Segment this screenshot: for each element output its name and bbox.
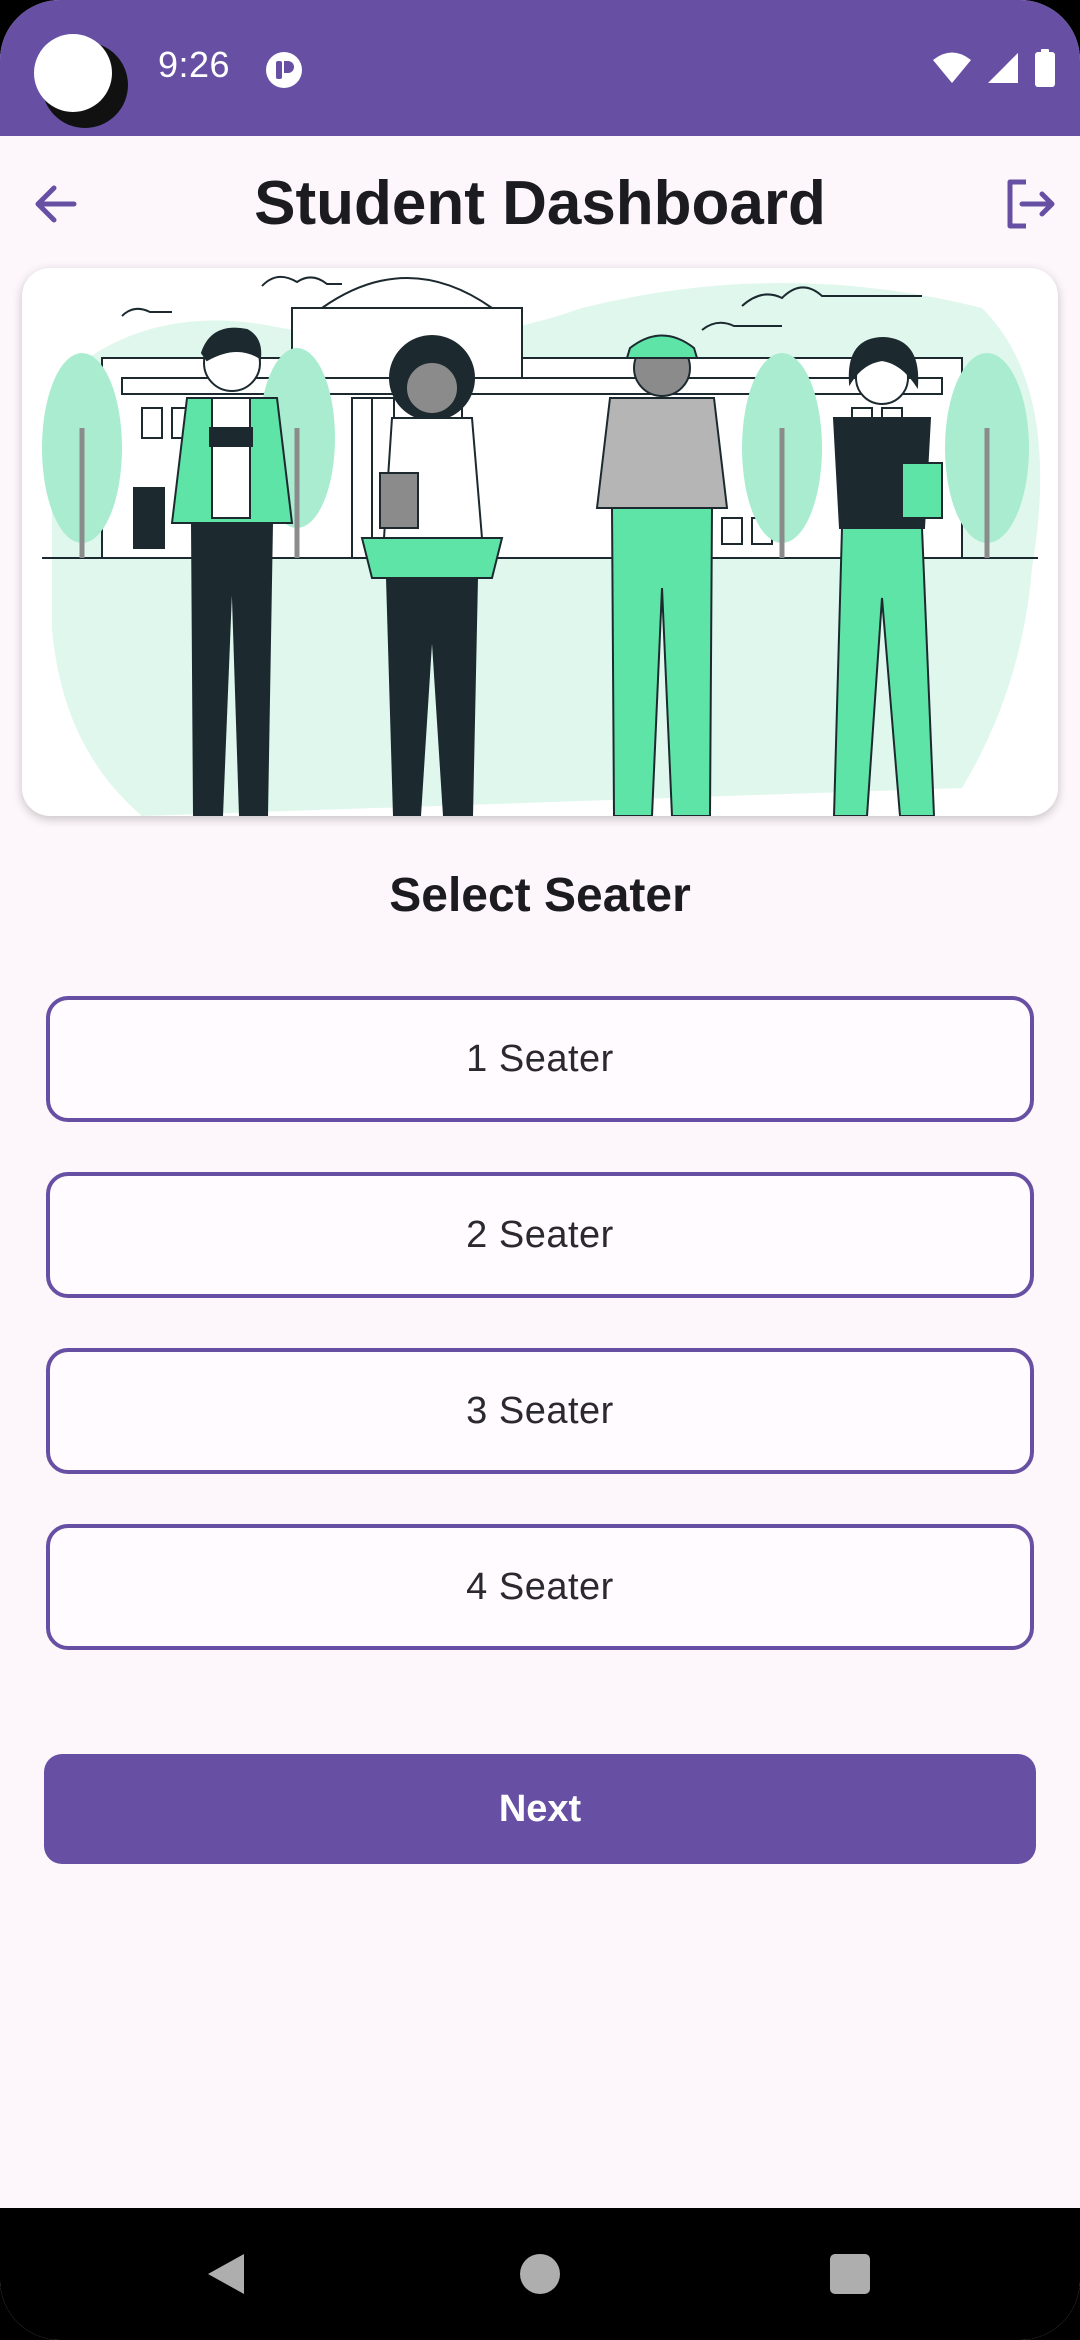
notification-app-icon	[266, 52, 302, 88]
system-nav-bar	[0, 2208, 1080, 2340]
app-bar: Student Dashboard	[0, 136, 1080, 272]
nav-recents-icon[interactable]	[830, 2254, 870, 2294]
camera-cutout	[34, 34, 128, 128]
students-campus-illustration	[42, 275, 1041, 816]
signal-icon	[988, 53, 1018, 83]
status-time: 9:26	[158, 44, 231, 85]
nav-back-icon[interactable]	[204, 2252, 248, 2296]
status-icons	[932, 48, 1056, 88]
seater-option-2[interactable]: 2 Seater	[46, 1172, 1034, 1298]
next-button[interactable]: Next	[44, 1754, 1036, 1864]
nav-home-icon[interactable]	[520, 2254, 560, 2294]
section-title: Select Seater	[389, 869, 691, 922]
seater-option-3[interactable]: 3 Seater	[46, 1348, 1034, 1474]
seater-option-1[interactable]: 1 Seater	[46, 996, 1034, 1122]
seater-option-4[interactable]: 4 Seater	[46, 1524, 1034, 1650]
status-bar: 9:26	[0, 0, 1080, 136]
app-screen: 9:26 Student Dashboard Select Seater 1 S…	[0, 0, 1080, 2340]
battery-icon	[1035, 49, 1055, 87]
page-title: Student Dashboard	[254, 169, 826, 238]
wifi-icon	[933, 52, 971, 83]
logout-icon[interactable]	[1000, 174, 1060, 234]
hero-illustration-card	[22, 268, 1058, 816]
